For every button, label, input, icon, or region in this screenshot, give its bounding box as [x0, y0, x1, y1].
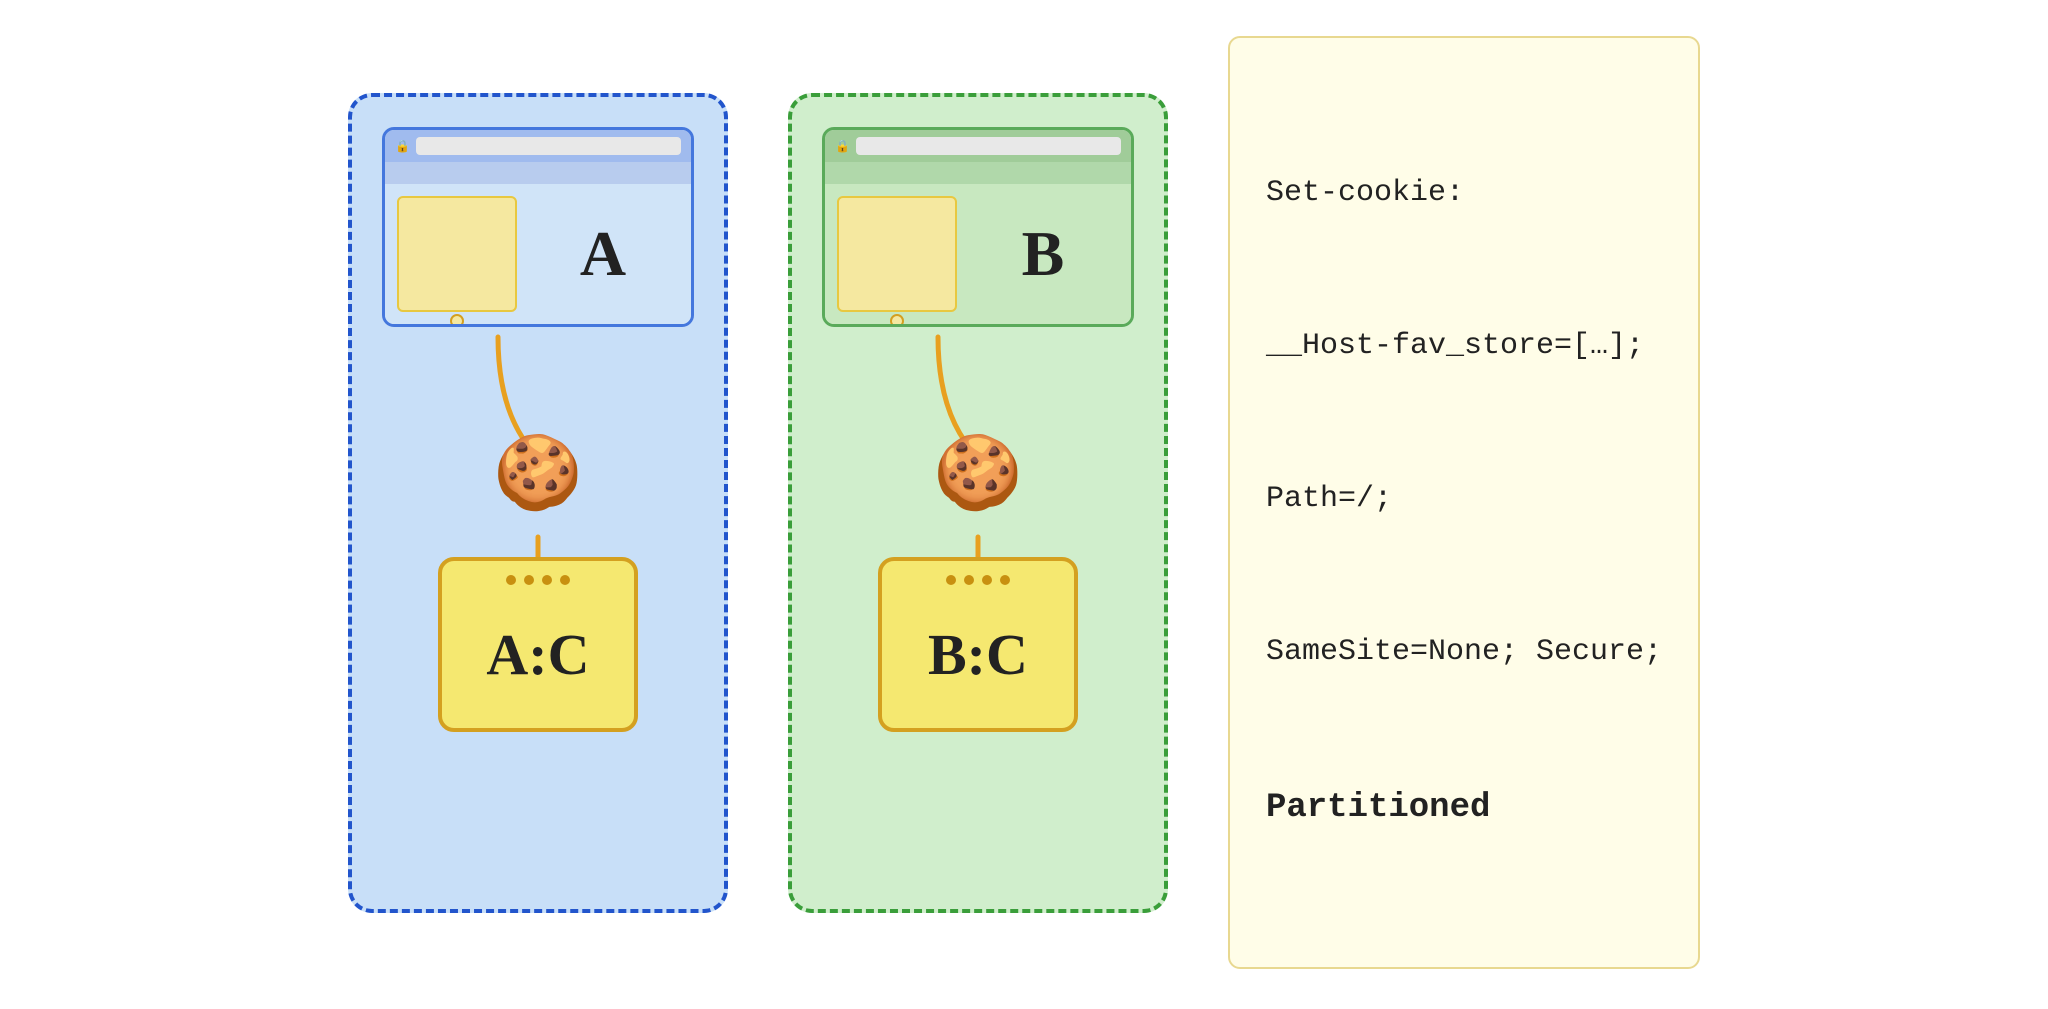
dot1-a [506, 575, 516, 585]
code-line-1: Set-cookie: [1266, 168, 1662, 219]
dot2-b [964, 575, 974, 585]
storage-label-b: B:C [928, 621, 1028, 688]
url-bar-b [856, 137, 1121, 155]
browser-label-b: B [967, 196, 1119, 312]
storage-box-b: B:C [878, 557, 1078, 732]
browser-window-b: 🔒 B [822, 127, 1134, 327]
left-partition-wrapper: 🔒 A 🍪 [348, 93, 728, 913]
dot4-b [1000, 575, 1010, 585]
storage-box-a: A:C [438, 557, 638, 732]
url-bar-a [416, 137, 681, 155]
cookie-b: 🍪 [933, 431, 1023, 513]
storage-label-a: A:C [486, 621, 589, 688]
code-line-4: SameSite=None; Secure; [1266, 627, 1662, 678]
code-line-2: __Host-fav_store=[…]; [1266, 321, 1662, 372]
left-partition-box: 🔒 A 🍪 [348, 93, 728, 913]
browser-titlebar-a: 🔒 [385, 130, 691, 162]
browser-sidebar-b [837, 196, 957, 312]
browser-window-a: 🔒 A [382, 127, 694, 327]
sidebar-dot-b [890, 314, 904, 327]
browser-titlebar-b: 🔒 [825, 130, 1131, 162]
main-container: 🔒 A 🍪 [308, 0, 1740, 1009]
dot1-b [946, 575, 956, 585]
right-partition-wrapper: 🔒 B 🍪 [788, 93, 1168, 913]
browser-toolbar-b [825, 162, 1131, 184]
browser-sidebar-a [397, 196, 517, 312]
dot2-a [524, 575, 534, 585]
storage-dots-b [882, 575, 1074, 585]
dot3-a [542, 575, 552, 585]
sidebar-dot-a [450, 314, 464, 327]
code-line-3: Path=/; [1266, 474, 1662, 525]
storage-dots-a [442, 575, 634, 585]
cookie-a: 🍪 [493, 431, 583, 513]
browser-label-a: A [527, 196, 679, 312]
code-box: Set-cookie: __Host-fav_store=[…]; Path=/… [1228, 36, 1700, 970]
lock-icon-a: 🔒 [395, 139, 410, 153]
dot3-b [982, 575, 992, 585]
dot4-a [560, 575, 570, 585]
browser-content-b: B [825, 184, 1131, 324]
code-line-partitioned: Partitioned [1266, 780, 1662, 838]
browser-content-a: A [385, 184, 691, 324]
right-partition-box: 🔒 B 🍪 [788, 93, 1168, 913]
lock-icon-b: 🔒 [835, 139, 850, 153]
browser-toolbar-a [385, 162, 691, 184]
